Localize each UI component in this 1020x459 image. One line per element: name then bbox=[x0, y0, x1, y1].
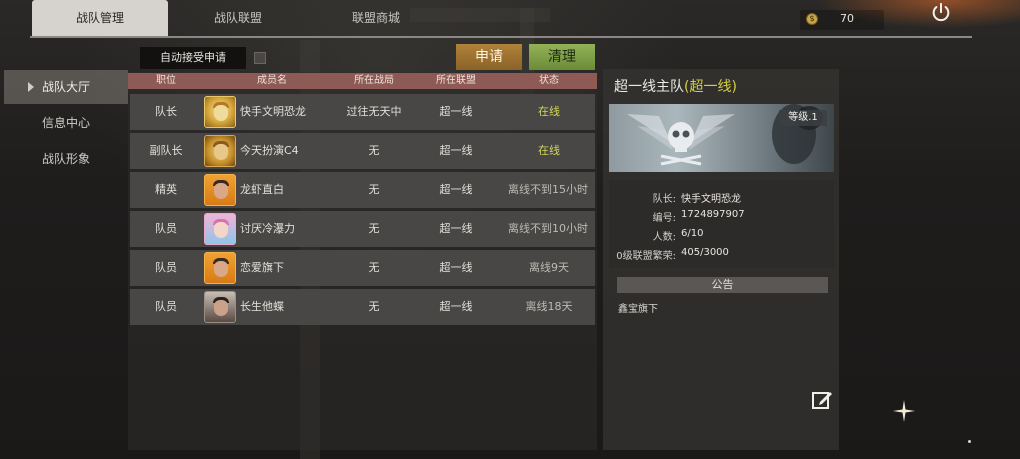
sidebar-item-label: 战队大厅 bbox=[42, 80, 91, 94]
caret-right-icon bbox=[28, 82, 34, 92]
top-divider bbox=[30, 36, 972, 38]
team-title: 超一线主队(超一线) bbox=[614, 76, 737, 96]
member-status: 离线不到15小时 bbox=[508, 183, 588, 196]
member-alliance: 超一线 bbox=[439, 144, 473, 157]
column-header: 成员名 bbox=[257, 75, 287, 86]
notice-text: 鑫宝旗下 bbox=[618, 304, 658, 315]
clean-button[interactable]: 清理 bbox=[529, 44, 595, 70]
power-icon[interactable] bbox=[930, 2, 952, 24]
avatar-face bbox=[214, 222, 228, 238]
member-avatar[interactable] bbox=[204, 252, 236, 284]
table-row[interactable]: 队员 讨厌冷瀑力 无 超一线 离线不到10小时 bbox=[130, 211, 595, 247]
member-alliance: 超一线 bbox=[439, 105, 473, 118]
notice-header: 公告 bbox=[617, 277, 828, 293]
member-status: 在线 bbox=[538, 105, 560, 118]
table-row[interactable]: 队长 快手文明恐龙 过往无天中 超一线 在线 bbox=[130, 94, 595, 130]
member-alliance: 超一线 bbox=[439, 300, 473, 313]
table-row[interactable]: 队员 长生他蝶 无 超一线 离线18天 bbox=[130, 289, 595, 325]
member-name: 长生他蝶 bbox=[240, 300, 284, 313]
team-level-badge: 等级.1 bbox=[779, 110, 827, 126]
team-name: 超一线主队 bbox=[614, 79, 684, 95]
tab-team-alliance[interactable]: 战队联盟 bbox=[170, 0, 306, 36]
sidebar-item-team-hall[interactable]: 战队大厅 bbox=[4, 70, 128, 104]
member-status: 离线9天 bbox=[529, 261, 569, 274]
auto-accept-label: 自动接受申请 bbox=[140, 47, 246, 69]
coin-icon: $ bbox=[806, 13, 818, 25]
member-alliance: 超一线 bbox=[439, 183, 473, 196]
avatar-face bbox=[214, 300, 228, 316]
sidebar-item-label: 信息中心 bbox=[42, 116, 91, 130]
member-avatar[interactable] bbox=[204, 291, 236, 323]
sidebar-item-team-image[interactable]: 战队形象 bbox=[4, 142, 128, 176]
column-header: 所在战局 bbox=[354, 75, 394, 86]
member-status: 离线18天 bbox=[525, 300, 573, 313]
info-value-prosperity: 405/3000 bbox=[681, 247, 729, 258]
info-key-id: 编号: bbox=[652, 213, 676, 224]
table-row[interactable]: 副队长 今天扮演C4 无 超一线 在线 bbox=[130, 133, 595, 169]
sidebar-item-label: 战队形象 bbox=[42, 152, 91, 166]
member-match: 无 bbox=[368, 222, 380, 235]
column-header: 职位 bbox=[156, 75, 176, 86]
member-role: 精英 bbox=[155, 183, 177, 196]
team-alliance-tag: (超一线) bbox=[684, 79, 737, 95]
avatar-face bbox=[214, 144, 228, 160]
member-name: 快手文明恐龙 bbox=[240, 105, 306, 118]
member-role: 队员 bbox=[155, 261, 177, 274]
avatar-face bbox=[214, 105, 228, 121]
member-role: 队员 bbox=[155, 300, 177, 313]
info-value-id: 1724897907 bbox=[681, 209, 745, 220]
member-name: 今天扮演C4 bbox=[240, 144, 299, 157]
member-match: 无 bbox=[368, 300, 380, 313]
member-match: 无 bbox=[368, 144, 380, 157]
member-role: 副队长 bbox=[149, 144, 183, 157]
member-name: 讨厌冷瀑力 bbox=[240, 222, 295, 235]
member-avatar[interactable] bbox=[204, 135, 236, 167]
member-match: 无 bbox=[368, 261, 380, 274]
top-navigation: 战队管理 战队联盟 联盟商城 $ 70 bbox=[0, 0, 1020, 38]
member-role: 队员 bbox=[155, 222, 177, 235]
table-header: 职位 成员名 所在战局 所在联盟 状态 bbox=[128, 73, 597, 89]
avatar-face bbox=[214, 183, 228, 199]
tab-team-management[interactable]: 战队管理 bbox=[32, 0, 168, 36]
info-value-captain: 快手文明恐龙 bbox=[681, 194, 741, 205]
member-alliance: 超一线 bbox=[439, 222, 473, 235]
table-row[interactable]: 队员 恋爱旗下 无 超一线 离线9天 bbox=[130, 250, 595, 286]
member-name: 龙虾直白 bbox=[240, 183, 284, 196]
member-avatar[interactable] bbox=[204, 174, 236, 206]
member-avatar[interactable] bbox=[204, 213, 236, 245]
info-value-members: 6/10 bbox=[681, 228, 704, 239]
info-key-prosperity: 0级联盟繁荣: bbox=[616, 251, 676, 262]
table-row[interactable]: 精英 龙虾直白 无 超一线 离线不到15小时 bbox=[130, 172, 595, 208]
decorative-dot bbox=[968, 440, 971, 443]
avatar-face bbox=[214, 261, 228, 277]
column-header: 所在联盟 bbox=[436, 75, 476, 86]
edit-icon[interactable] bbox=[810, 388, 834, 412]
member-avatar[interactable] bbox=[204, 96, 236, 128]
member-status: 离线不到10小时 bbox=[508, 222, 588, 235]
info-key-members: 人数: bbox=[652, 232, 676, 243]
tab-alliance-shop[interactable]: 联盟商城 bbox=[308, 0, 444, 36]
member-status: 在线 bbox=[538, 144, 560, 157]
auto-accept-checkbox[interactable] bbox=[254, 52, 266, 64]
sparkle-icon bbox=[893, 400, 915, 422]
member-match: 过往无天中 bbox=[346, 105, 402, 118]
sidebar-item-info-center[interactable]: 信息中心 bbox=[4, 106, 128, 140]
apply-button[interactable]: 申请 bbox=[456, 44, 522, 70]
currency-value: 70 bbox=[840, 12, 854, 25]
member-match: 无 bbox=[368, 183, 380, 196]
column-header: 状态 bbox=[539, 75, 559, 86]
member-name: 恋爱旗下 bbox=[240, 261, 284, 274]
member-role: 队长 bbox=[155, 105, 177, 118]
member-alliance: 超一线 bbox=[439, 261, 473, 274]
info-key-captain: 队长: bbox=[652, 194, 676, 205]
